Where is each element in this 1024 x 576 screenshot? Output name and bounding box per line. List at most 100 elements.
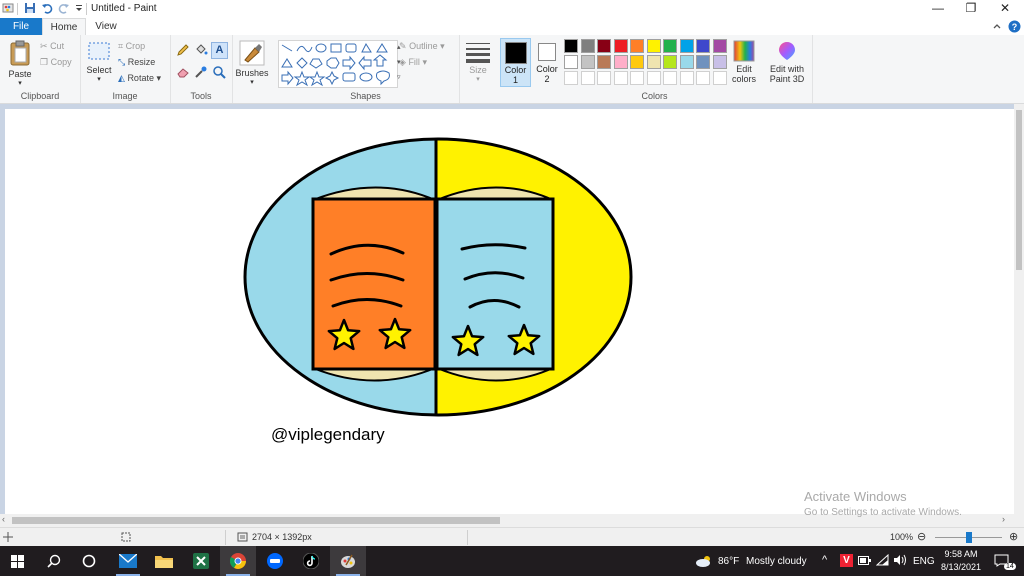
palette-swatch[interactable] xyxy=(630,39,644,53)
taskbar-tiktok[interactable] xyxy=(293,546,329,576)
redo-icon[interactable] xyxy=(58,2,70,14)
palette-swatch[interactable] xyxy=(613,39,628,53)
cortana-icon[interactable] xyxy=(82,554,96,568)
notification-count-badge: 14 xyxy=(1004,563,1016,570)
palette-swatch[interactable] xyxy=(679,55,694,69)
minimize-button[interactable]: — xyxy=(921,0,955,18)
crop-button[interactable]: ⌗ Crop xyxy=(118,41,145,52)
volume-icon[interactable] xyxy=(893,554,907,566)
custom-color-slot[interactable] xyxy=(679,71,694,85)
palette-swatch[interactable] xyxy=(580,39,595,53)
shapes-gallery[interactable] xyxy=(278,40,398,88)
vertical-scroll-thumb[interactable] xyxy=(1016,110,1022,270)
color1-button[interactable]: Color 1 xyxy=(500,38,531,87)
crop-label: Crop xyxy=(125,41,146,51)
clock-date[interactable]: 8/13/2021 xyxy=(940,562,982,572)
eraser-icon[interactable] xyxy=(176,65,190,79)
weather-temperature[interactable]: 86°F xyxy=(718,556,739,567)
scroll-left-icon[interactable]: ‹ xyxy=(2,514,5,524)
custom-color-slot[interactable] xyxy=(663,71,677,85)
select-button[interactable]: Select ▾ xyxy=(85,41,113,83)
palette-swatch[interactable] xyxy=(696,55,710,69)
cut-button[interactable]: ✂ Cut xyxy=(40,41,64,52)
drawing: @viplegendary xyxy=(243,137,633,444)
palette-swatch[interactable] xyxy=(630,55,644,69)
collapse-ribbon-icon[interactable] xyxy=(992,21,1002,31)
fill-bucket-icon[interactable] xyxy=(194,43,208,57)
magnifier-icon[interactable] xyxy=(212,65,226,79)
help-icon[interactable]: ? xyxy=(1008,20,1021,33)
palette-swatch[interactable] xyxy=(679,39,694,53)
restore-button[interactable]: ❐ xyxy=(954,0,988,18)
pencil-icon[interactable] xyxy=(176,43,190,57)
taskbar-zalo[interactable] xyxy=(257,546,293,576)
color2-button[interactable]: Color 2 xyxy=(533,38,561,87)
color-picker-icon[interactable] xyxy=(194,65,208,79)
custom-color-slot[interactable] xyxy=(580,71,595,85)
resize-button[interactable]: ⤡ Resize xyxy=(118,57,155,68)
vertical-scrollbar[interactable] xyxy=(1014,104,1024,514)
palette-swatch[interactable] xyxy=(597,55,611,69)
edit-colors-button[interactable]: Edit colors xyxy=(729,40,759,84)
tab-file[interactable]: File xyxy=(0,18,42,35)
chevron-up-icon[interactable]: ^ xyxy=(822,554,827,566)
palette-swatch[interactable] xyxy=(663,39,677,53)
language-indicator[interactable]: ENG xyxy=(913,556,935,567)
zoom-slider-thumb[interactable] xyxy=(965,532,972,543)
taskbar-chrome[interactable] xyxy=(220,546,256,576)
clipboard-group-label: Clipboard xyxy=(20,91,60,101)
zoom-out-icon[interactable]: ⊖ xyxy=(917,530,926,543)
taskbar-paint[interactable] xyxy=(330,546,366,576)
custom-color-slot[interactable] xyxy=(646,71,661,85)
palette-swatch[interactable] xyxy=(597,39,611,53)
save-icon[interactable] xyxy=(24,2,36,14)
taskbar-spreadsheet[interactable] xyxy=(183,546,219,576)
wifi-icon[interactable] xyxy=(876,554,889,566)
custom-color-slot[interactable] xyxy=(630,71,644,85)
outline-button[interactable]: ✎ Outline ▾ xyxy=(399,41,445,52)
palette-swatch[interactable] xyxy=(663,55,677,69)
weather-description[interactable]: Mostly cloudy xyxy=(746,556,807,567)
palette-swatch[interactable] xyxy=(646,55,661,69)
window-title: Untitled - Paint xyxy=(91,3,157,14)
custom-color-slot[interactable] xyxy=(696,71,710,85)
drawing-canvas[interactable]: @viplegendary xyxy=(5,109,1014,514)
paint-app-icon[interactable] xyxy=(2,2,14,14)
text-tool-icon[interactable]: A xyxy=(211,42,228,59)
brushes-button[interactable]: Brushes ▾ xyxy=(235,40,269,86)
clock-time[interactable]: 9:58 AM xyxy=(943,549,979,559)
palette-swatch[interactable] xyxy=(564,39,578,53)
edit-with-paint3d-button[interactable]: Edit with Paint 3D xyxy=(765,40,809,84)
rotate-button[interactable]: ◭ Rotate ▾ xyxy=(118,73,161,84)
battery-icon[interactable] xyxy=(858,556,871,565)
zoom-in-icon[interactable]: ⊕ xyxy=(1009,530,1018,543)
size-button[interactable]: Size ▾ xyxy=(463,41,493,83)
palette-swatch[interactable] xyxy=(564,55,578,69)
windows-start-icon[interactable] xyxy=(11,555,24,568)
tab-home[interactable]: Home xyxy=(42,18,86,35)
custom-color-slot[interactable] xyxy=(712,71,727,85)
search-icon[interactable] xyxy=(47,554,61,568)
weather-cloud-icon[interactable] xyxy=(695,555,713,567)
palette-swatch[interactable] xyxy=(613,55,628,69)
horizontal-scroll-thumb[interactable] xyxy=(12,517,500,524)
antivirus-tray-icon[interactable]: V xyxy=(840,554,853,567)
palette-swatch[interactable] xyxy=(696,39,710,53)
custom-color-slot[interactable] xyxy=(613,71,628,85)
fill-button[interactable]: ◈ Fill ▾ xyxy=(399,57,427,68)
undo-icon[interactable] xyxy=(41,2,53,14)
taskbar-mail[interactable] xyxy=(110,546,146,576)
customize-toolbar-icon[interactable] xyxy=(73,2,85,14)
palette-swatch[interactable] xyxy=(712,55,727,69)
palette-swatch[interactable] xyxy=(580,55,595,69)
custom-color-slot[interactable] xyxy=(597,71,611,85)
palette-swatch[interactable] xyxy=(712,39,727,53)
paste-button[interactable]: Paste ▾ xyxy=(5,39,35,87)
scroll-right-icon[interactable]: › xyxy=(1002,514,1005,524)
copy-button[interactable]: ❐ Copy xyxy=(40,57,72,68)
close-button[interactable]: ✕ xyxy=(988,0,1022,18)
palette-swatch[interactable] xyxy=(646,39,661,53)
taskbar-file-explorer[interactable] xyxy=(146,546,182,576)
custom-color-slot[interactable] xyxy=(564,71,578,85)
tab-view[interactable]: View xyxy=(86,18,126,35)
